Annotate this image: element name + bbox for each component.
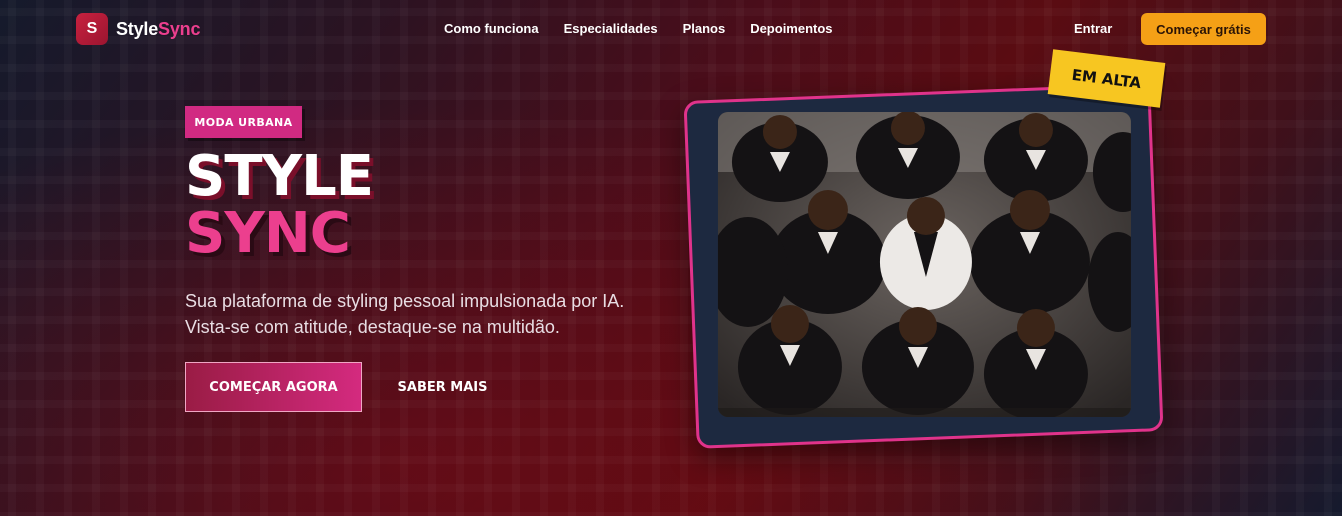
brand-name: StyleSync	[116, 19, 200, 40]
brand-logo[interactable]: S StyleSync	[76, 13, 200, 45]
group-of-people-in-black-suits-image	[717, 111, 1131, 417]
main-nav: Como funciona Especialidades Planos Depo…	[444, 21, 833, 36]
hero-title: STYLE SYNC	[185, 144, 374, 266]
hero-subtitle: Sua plataforma de styling pessoal impuls…	[185, 288, 685, 340]
showcase-card	[683, 83, 1164, 449]
category-badge: MODA URBANA	[185, 106, 302, 138]
showcase-photo	[717, 111, 1131, 417]
hero-subtitle-line2: Vista-se com atitude, destaque-se na mul…	[185, 317, 560, 337]
hero-title-line1: STYLE	[185, 144, 374, 209]
nav-link-especialidades[interactable]: Especialidades	[564, 21, 658, 36]
hero-title-line2: SYNC	[185, 201, 351, 266]
hero-subtitle-line1: Sua plataforma de styling pessoal impuls…	[185, 291, 625, 311]
start-free-button[interactable]: Começar grátis	[1141, 13, 1266, 45]
nav-link-como-funciona[interactable]: Como funciona	[444, 21, 539, 36]
nav-link-depoimentos[interactable]: Depoimentos	[750, 21, 832, 36]
nav-link-planos[interactable]: Planos	[683, 21, 726, 36]
login-link[interactable]: Entrar	[1074, 21, 1112, 36]
brand-name-sync: Sync	[158, 18, 201, 39]
start-now-button[interactable]: COMEÇAR AGORA	[185, 362, 362, 412]
logo-mark-icon: S	[76, 13, 108, 45]
learn-more-button[interactable]: SABER MAIS	[380, 362, 505, 412]
brand-name-style: Style	[116, 18, 159, 39]
